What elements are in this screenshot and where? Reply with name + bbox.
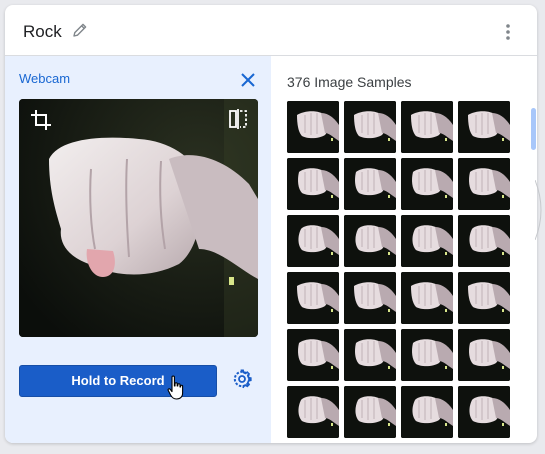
hold-to-record-button[interactable]: Hold to Record [19,365,217,397]
class-card-header: Rock [5,5,537,56]
sample-thumbnail[interactable] [344,329,396,381]
sample-thumbnail[interactable] [458,101,510,153]
sample-thumbnail[interactable] [401,272,453,324]
background-curve [535,180,542,240]
sample-thumbnail[interactable] [458,158,510,210]
sample-thumbnail[interactable] [458,329,510,381]
sample-thumbnail[interactable] [401,158,453,210]
sample-thumbnail[interactable] [287,101,339,153]
sample-thumbnail[interactable] [287,158,339,210]
sample-thumbnail[interactable] [287,272,339,324]
sample-thumbnail[interactable] [344,101,396,153]
sample-thumbnail[interactable] [458,215,510,267]
sample-thumbnail[interactable] [287,215,339,267]
samples-count-label: 376 Image Samples [287,74,412,90]
sample-thumbnail[interactable] [344,158,396,210]
class-name[interactable]: Rock [23,22,62,42]
webcam-panel: Webcam Hold to Record [5,56,271,443]
close-icon[interactable] [240,72,256,88]
class-card: Rock Webcam Hold to Record 376 Image Sam… [5,5,537,443]
flip-icon[interactable] [228,108,248,130]
gear-icon[interactable] [232,369,252,389]
sample-thumbnail[interactable] [458,272,510,324]
samples-scrollbar[interactable] [531,108,536,150]
sample-thumbnail[interactable] [401,215,453,267]
sample-thumbnail[interactable] [344,215,396,267]
webcam-feed-image [19,99,258,337]
hand-cursor-icon [167,375,185,401]
sample-thumbnail[interactable] [344,272,396,324]
sample-thumbnail[interactable] [287,329,339,381]
webcam-label: Webcam [19,71,71,86]
crop-icon[interactable] [30,109,52,131]
more-vert-icon[interactable] [501,22,515,42]
samples-panel: 376 Image Samples [271,56,537,443]
sample-thumbnail[interactable] [401,386,453,438]
samples-grid[interactable] [287,101,511,443]
sample-thumbnail[interactable] [458,386,510,438]
sample-thumbnail[interactable] [401,101,453,153]
pencil-icon[interactable] [71,21,89,39]
sample-thumbnail[interactable] [344,386,396,438]
sample-thumbnail[interactable] [287,386,339,438]
sample-thumbnail[interactable] [401,329,453,381]
webcam-preview [19,99,258,337]
